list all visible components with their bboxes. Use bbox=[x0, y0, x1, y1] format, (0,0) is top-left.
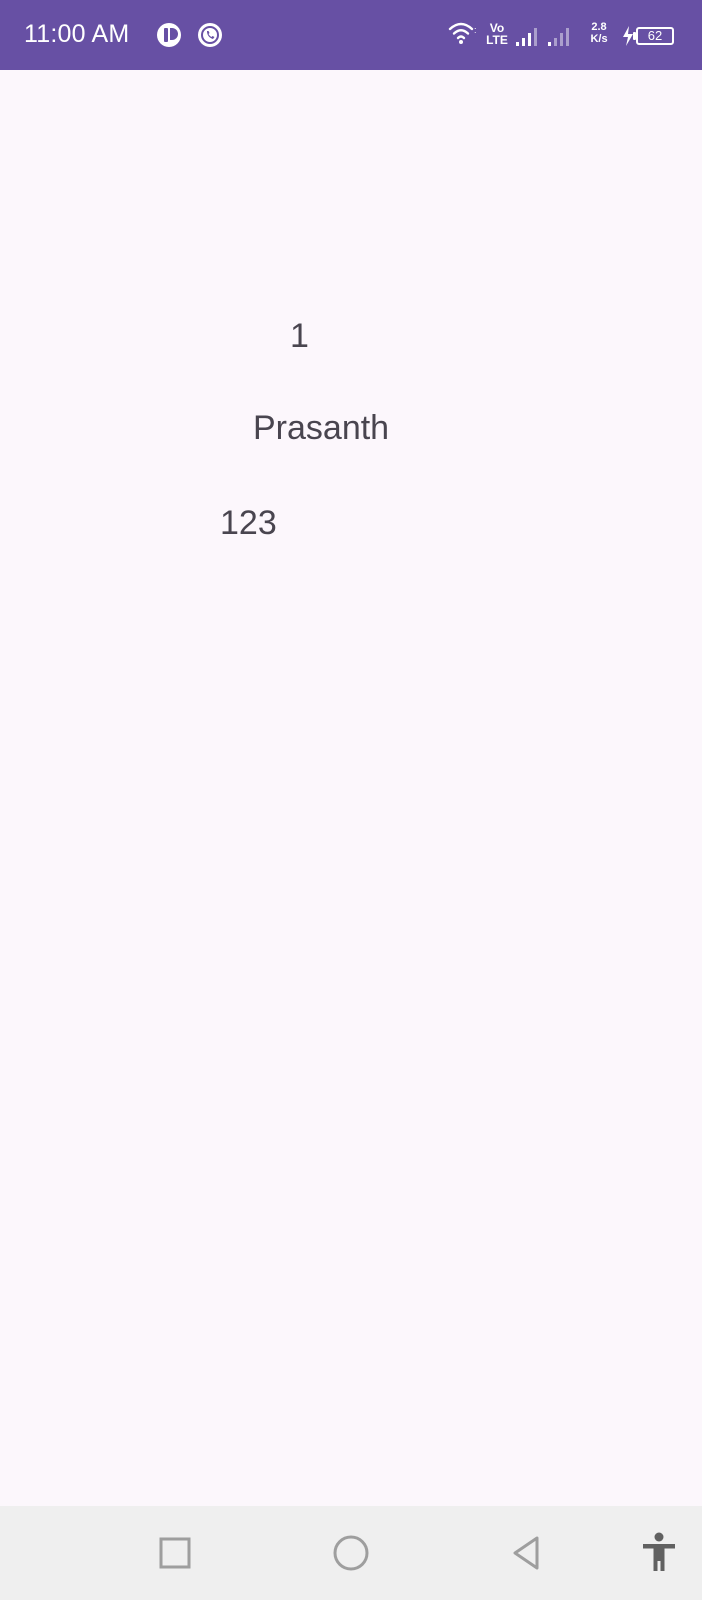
net-speed: 2.8 K/s bbox=[584, 21, 614, 45]
signal-icon-2 bbox=[548, 28, 569, 46]
back-button[interactable] bbox=[502, 1528, 552, 1578]
volte-indicator: Vo LTE bbox=[484, 22, 510, 46]
status-time: 11:00 AM bbox=[24, 20, 130, 48]
net-speed-value: 2.8 bbox=[591, 21, 607, 33]
item-code: 123 bbox=[220, 504, 277, 542]
signal-icon bbox=[516, 28, 537, 46]
whatsapp-icon bbox=[198, 23, 222, 47]
battery-icon: 62 bbox=[636, 27, 674, 45]
app-notification-icon bbox=[157, 23, 181, 47]
battery-level: 62 bbox=[647, 28, 663, 43]
wifi-activity-dots: : bbox=[474, 25, 477, 35]
volte-bottom: LTE bbox=[486, 33, 508, 47]
main-content: 1 Prasanth 123 bbox=[0, 70, 702, 1506]
net-speed-unit: K/s bbox=[590, 33, 608, 45]
navigation-bar bbox=[0, 1506, 702, 1600]
recents-button[interactable] bbox=[150, 1528, 200, 1578]
wifi-icon bbox=[448, 22, 474, 44]
item-name: Prasanth bbox=[253, 409, 390, 447]
item-number: 1 bbox=[290, 317, 309, 355]
home-button[interactable] bbox=[326, 1528, 376, 1578]
accessibility-button[interactable] bbox=[634, 1528, 684, 1578]
status-bar: 11:00 AM : Vo LTE 2.8 K/s 62 bbox=[0, 0, 702, 70]
